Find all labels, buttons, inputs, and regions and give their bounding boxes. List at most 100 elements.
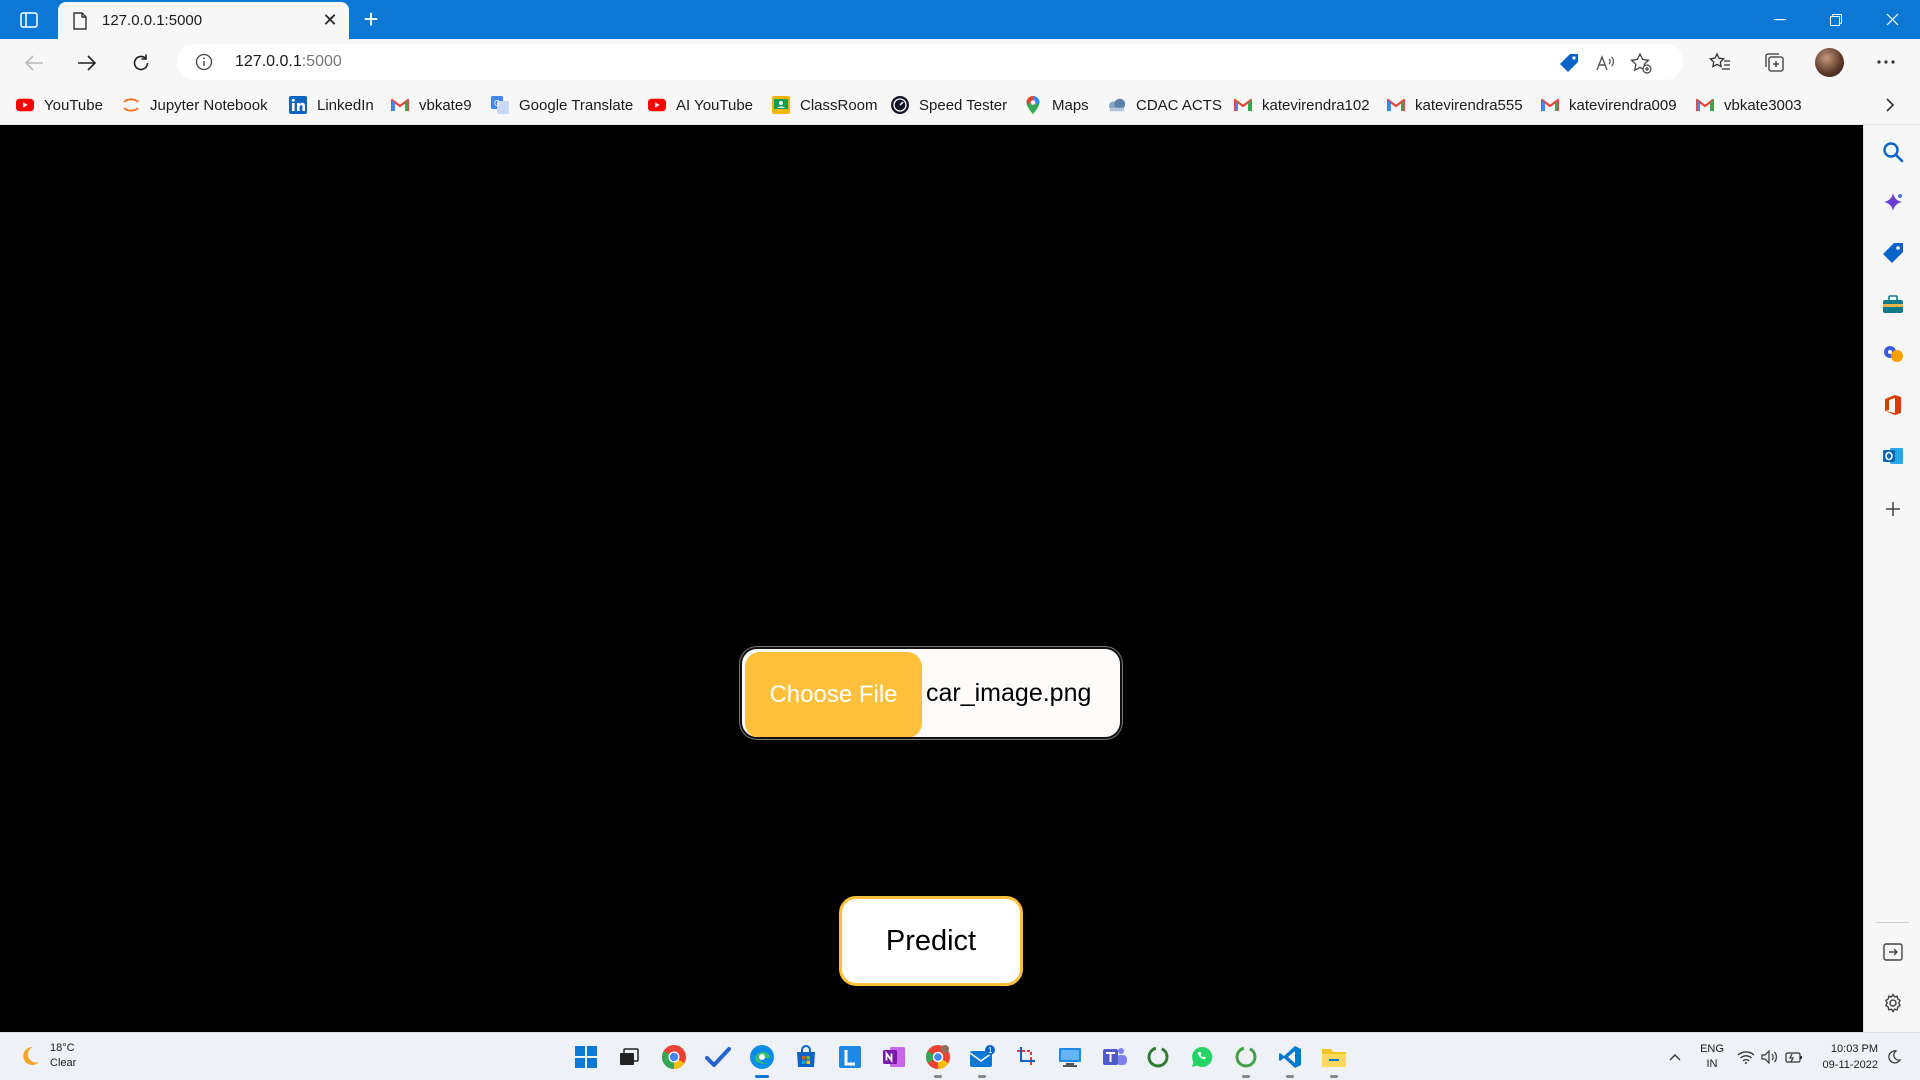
youtube-icon (16, 96, 34, 114)
bookmark-speed-tester[interactable]: Speed Tester (891, 93, 1007, 117)
search-icon[interactable] (1881, 140, 1905, 164)
back-icon[interactable] (17, 46, 51, 80)
windows-taskbar: 18°C Clear 1 ENG IN 10:03 PM 09-11-2022 (0, 1032, 1920, 1080)
system-clock[interactable]: 10:03 PM 09-11-2022 (1812, 1041, 1878, 1073)
svg-text:G: G (494, 99, 500, 108)
restore-icon[interactable] (1808, 0, 1864, 39)
file-explorer-icon[interactable] (1319, 1042, 1349, 1078)
language-indicator[interactable]: ENG IN (1697, 1042, 1727, 1072)
settings-gear-icon[interactable] (1881, 991, 1905, 1015)
sidebar-divider (1876, 922, 1909, 923)
bookmark-google-translate[interactable]: G Google Translate (491, 93, 633, 117)
browser-tab[interactable]: 127.0.0.1:5000 ✕ (58, 2, 349, 39)
vscode-icon[interactable] (1275, 1042, 1305, 1078)
running-indicator (1286, 1075, 1294, 1078)
office-icon[interactable] (1881, 393, 1905, 417)
bookmark-vbkate9[interactable]: vbkate9 (391, 93, 472, 117)
bookmark-linkedin[interactable]: LinkedIn (289, 93, 374, 117)
games-icon[interactable] (1881, 342, 1905, 366)
coupon-tag-icon[interactable] (1557, 51, 1581, 75)
edge-sidebar (1863, 125, 1920, 1032)
todo-check-icon[interactable] (703, 1042, 733, 1072)
page-content: Choose File car_image.png Predict (0, 125, 1863, 1032)
bookmark-katevirendra102[interactable]: katevirendra102 (1234, 93, 1370, 117)
bookmark-label: AI YouTube (676, 96, 754, 114)
minimize-icon[interactable] (1752, 0, 1808, 39)
volume-icon[interactable] (1760, 1047, 1780, 1067)
add-sidebar-app-icon[interactable] (1881, 497, 1905, 521)
chevron-up-icon[interactable] (1665, 1047, 1685, 1067)
bookmark-classroom[interactable]: ClassRoom (772, 93, 878, 117)
forward-icon[interactable] (70, 46, 104, 80)
gmail-icon (1234, 96, 1252, 114)
discover-sparkle-icon[interactable] (1881, 191, 1905, 215)
bookmark-cdac-acts[interactable]: CDAC ACTS (1108, 93, 1222, 117)
speedometer-icon (891, 96, 909, 114)
snipping-tool-icon[interactable] (1012, 1042, 1042, 1072)
clock-date: 09-11-2022 (1822, 1059, 1878, 1071)
refresh-app-icon-2[interactable] (1231, 1042, 1261, 1078)
task-view-icon[interactable] (614, 1042, 644, 1072)
chrome-icon[interactable] (659, 1042, 689, 1072)
close-window-icon[interactable] (1864, 0, 1920, 39)
weather-widget[interactable]: 18°C Clear (18, 1041, 76, 1071)
choose-file-button[interactable]: Choose File (745, 652, 922, 737)
region-code: IN (1706, 1058, 1718, 1070)
browser-title-bar: 127.0.0.1:5000 ✕ + (0, 0, 1920, 39)
navigation-bar: 127.0.0.1:5000 (0, 39, 1920, 85)
bookmark-label: Maps (1052, 96, 1089, 114)
microsoft-store-icon[interactable] (791, 1042, 821, 1072)
bookmark-katevirendra009[interactable]: katevirendra009 (1541, 93, 1677, 117)
predict-button[interactable]: Predict (839, 896, 1023, 986)
mail-badge: 1 (988, 1046, 993, 1055)
active-indicator (755, 1075, 769, 1078)
site-info-icon[interactable] (195, 53, 213, 71)
new-tab-icon[interactable]: + (356, 5, 386, 35)
refresh-app-icon[interactable] (1143, 1042, 1173, 1072)
bookmark-jupyter-notebook[interactable]: Jupyter Notebook (122, 93, 268, 117)
gmail-icon (1387, 96, 1405, 114)
clock-time: 10:03 PM (1830, 1043, 1878, 1055)
add-favorite-icon[interactable] (1629, 51, 1653, 75)
shopping-tag-icon[interactable] (1881, 241, 1905, 265)
edge-browser-icon[interactable] (747, 1042, 777, 1078)
address-bar[interactable]: 127.0.0.1:5000 (177, 44, 1683, 80)
bookmark-label: CDAC ACTS (1136, 96, 1222, 114)
refresh-icon[interactable] (124, 46, 158, 80)
bookmark-vbkate3003[interactable]: vbkate3003 (1696, 93, 1802, 117)
bookmark-maps[interactable]: Maps (1024, 93, 1089, 117)
linkedin-icon (289, 96, 307, 114)
profile-avatar[interactable] (1815, 48, 1844, 77)
focus-moon-icon[interactable] (1884, 1047, 1904, 1067)
outlook-icon[interactable] (1881, 444, 1905, 468)
url-text[interactable]: 127.0.0.1:5000 (235, 53, 342, 71)
teams-icon[interactable] (1100, 1042, 1130, 1072)
favorites-icon[interactable] (1707, 49, 1733, 75)
classroom-icon (772, 96, 790, 114)
cdac-icon (1108, 96, 1126, 114)
whatsapp-icon[interactable] (1187, 1042, 1217, 1072)
collections-icon[interactable] (1761, 49, 1787, 75)
tools-icon[interactable] (1881, 292, 1905, 316)
tab-title: 127.0.0.1:5000 (102, 12, 203, 29)
onenote-icon[interactable] (879, 1042, 909, 1072)
chrome-profile-icon[interactable] (923, 1042, 953, 1078)
tab-close-icon[interactable]: ✕ (319, 10, 341, 32)
remote-desktop-icon[interactable] (1055, 1042, 1085, 1072)
bookmark-ai-youtube[interactable]: AI YouTube (648, 93, 753, 117)
running-indicator (934, 1075, 942, 1078)
read-aloud-icon[interactable] (1593, 51, 1617, 75)
windows-start-icon[interactable] (571, 1042, 601, 1072)
mail-icon[interactable]: 1 (967, 1042, 997, 1078)
hide-sidebar-icon[interactable] (1881, 940, 1905, 964)
bookmark-youtube[interactable]: YouTube (16, 93, 103, 117)
tab-actions-icon[interactable] (14, 8, 44, 32)
file-upload-input[interactable]: Choose File car_image.png (740, 647, 1122, 739)
wifi-icon[interactable] (1736, 1047, 1756, 1067)
more-options-icon[interactable] (1873, 49, 1899, 75)
chevron-right-icon[interactable] (1878, 93, 1902, 117)
bookmark-katevirendra555[interactable]: katevirendra555 (1387, 93, 1523, 117)
battery-icon[interactable] (1784, 1047, 1804, 1067)
lens-app-icon[interactable] (835, 1042, 865, 1072)
running-indicator (1242, 1075, 1250, 1078)
